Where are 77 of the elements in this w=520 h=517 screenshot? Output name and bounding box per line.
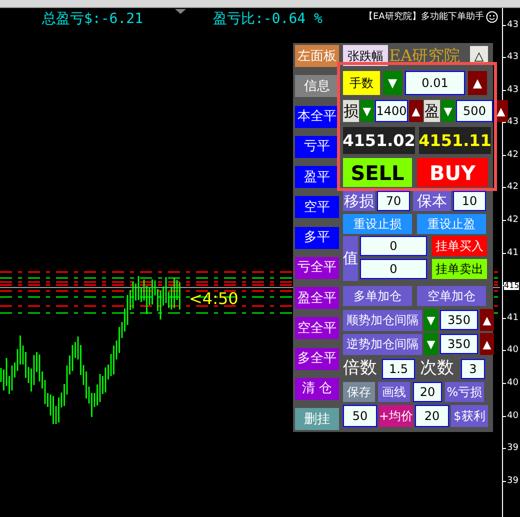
profit-ratio: 盈亏比:-0.64 % [213,10,322,29]
action-button[interactable]: 多全平 [295,348,339,370]
price-label: 39 [507,444,518,454]
action-button[interactable]: 空全平 [295,317,339,340]
trail-field[interactable]: 70 [377,191,410,211]
price-label: 43 [507,118,518,128]
action-button[interactable]: 信息 [295,75,339,98]
take-profit-label: 盈 [424,100,440,122]
buy-button[interactable]: BUY [417,158,488,187]
profit-field[interactable]: 20 [415,405,449,427]
breakeven-label: 保本 [413,191,451,211]
price-label: 40 [507,346,518,356]
pending-buy-field[interactable]: 0 [360,236,427,256]
total-profit: 总盈亏$:-6.21 [42,10,144,29]
down-button[interactable]: ▼ [424,333,438,355]
value-label: 值 [343,236,358,281]
action-button[interactable]: 多平 [295,226,339,248]
pending-sell-field[interactable]: 0 [360,259,427,279]
down-button[interactable]: ▼ [441,100,455,122]
down-button[interactable]: ▼ [424,309,438,331]
price-label: 41 [507,314,518,323]
price-label: 39 [507,476,518,486]
action-button[interactable]: 盈全平 [295,287,339,309]
spacing-field[interactable]: 350 [440,334,478,354]
loss-field[interactable]: 20 [413,382,442,402]
spacing-label[interactable]: 逆势加仓间隔 [343,334,422,354]
pending-buy-button[interactable]: 挂单买入 [432,236,487,256]
add-long-button[interactable]: 多单加仓 [343,286,412,306]
price-label: 42 [507,183,518,192]
ask-price: 4151.11 [419,127,491,154]
action-button[interactable]: 清 仓 [295,378,339,400]
lots-field[interactable]: 0.01 [405,70,465,94]
price-label: 41 [507,248,518,258]
up-button[interactable]: ▲ [480,333,494,355]
times-field[interactable]: 3 [461,358,485,378]
loss-percent-button[interactable]: %亏损 [445,382,484,402]
action-button[interactable]: 本全平 [295,106,339,128]
action-button[interactable]: 空平 [295,196,339,218]
pending-sell-button[interactable]: 挂单卖出 [432,259,487,279]
price-label: 43 [507,20,518,30]
stop-loss-label: 损 [343,100,359,122]
lots-up-button[interactable]: ▲ [468,70,487,94]
multiplier-field[interactable]: 1.5 [382,358,415,378]
spacing-label[interactable]: 顺势加仓间隔 [343,310,422,330]
breakeven-field[interactable]: 10 [453,191,486,211]
lots-down-button[interactable]: ▼ [383,70,402,94]
stop-loss-field[interactable]: 1400 [375,100,408,122]
ea-title: 【EA研究院】多功能下单助手 [364,11,484,24]
action-button[interactable]: 亏平 [295,136,339,158]
price-label: 415 [504,282,520,290]
draw-line-button[interactable]: 画线 [378,382,410,402]
up-button[interactable]: ▲ [409,100,423,122]
price-label: 40 [507,412,518,421]
bid-price: 4151.02 [343,127,415,154]
price-label: 43 [507,53,518,62]
profit-button[interactable]: $获利 [451,405,488,427]
add-short-button[interactable]: 空单加仓 [417,286,486,306]
countdown-label: <4:50 [189,288,238,310]
take-profit-field[interactable]: 500 [456,100,493,122]
smiley-icon [486,11,498,23]
price-label: 42 [507,150,518,160]
save-button[interactable]: 保存 [343,382,375,402]
up-button[interactable]: ▲ [480,309,494,331]
action-button[interactable]: 盈平 [295,166,339,188]
down-button[interactable]: ▼ [360,100,374,122]
lots-label[interactable]: 手数 [343,70,380,94]
sell-button[interactable]: SELL [343,158,412,187]
action-button[interactable]: 亏全平 [295,256,339,279]
spacing-field[interactable]: 350 [440,310,478,330]
price-label: 43 [507,86,518,95]
price-label: 42 [507,216,518,226]
multiplier-label: 倍数 [343,356,378,380]
average-price-button[interactable]: +均价 [379,405,413,427]
price-label: 40 [507,379,518,388]
trail-label: 移损 [343,191,375,211]
average-field[interactable]: 50 [343,405,377,427]
times-label: 次数 [420,356,455,380]
